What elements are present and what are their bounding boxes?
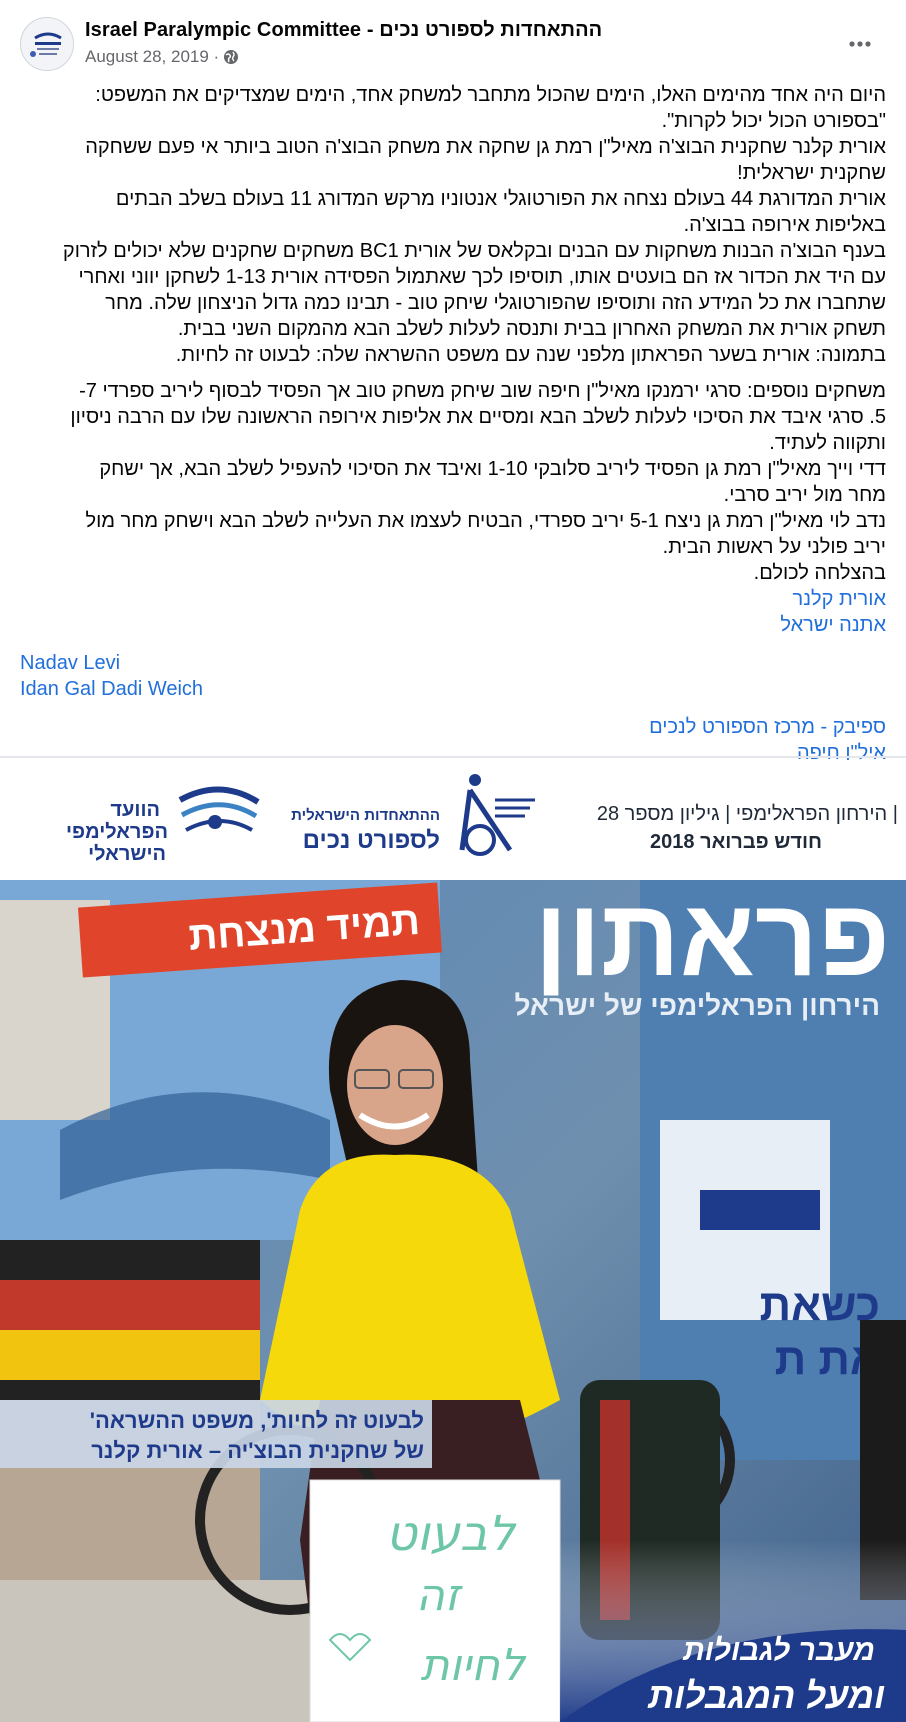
post-text-line: אורית המדורגת 44 בעולם נצחה את הפורטוגלי… (115, 188, 886, 210)
federation-line2: לספורט נכים (303, 827, 440, 854)
issue-line1: הירחון הפראלימפי | גיליון מספר 28 | (597, 803, 898, 825)
post-text-line: דדי וייך מאיל"ן רמת גן הפסיד ליריב סלובק… (99, 458, 886, 480)
post-text-line: בהצלחה לכולם. (753, 562, 886, 584)
committee-logo-line1: הוועד (110, 799, 160, 821)
tag-link-nadav-levi[interactable]: Nadav Levi (20, 650, 886, 676)
tag-link-idan-gal-dadi-weich[interactable]: Idan Gal Dadi Weich (20, 676, 886, 702)
more-icon (849, 41, 871, 47)
post-text-line: מחר מול יריב סרבי. (723, 484, 886, 506)
post-text-line: עם היד את הכדור אז הם בועטים אותו, תוסיפ… (78, 266, 886, 288)
tag-link-spivak-center[interactable]: ספיבק - מרכז הספורט לנכים (20, 714, 886, 740)
post-image[interactable]: הוועד הפראלימפי הישראלי ההתאחדות הישראלי… (0, 760, 906, 1722)
post-text-line: אורית קלנר שחקנית הבוצ'ה מאיל"ן רמת גן ש… (85, 136, 886, 158)
post-text-line: יריב פולני על ראשות הבית. (662, 536, 886, 558)
magazine-subtitle: הירחון הפראלימפי של ישראל (514, 990, 880, 1021)
quote-line2: של שחקנית הבוצ'יה – אורית קלנר (91, 1438, 424, 1463)
page-avatar-logo (21, 18, 73, 70)
sign-line2: זה (416, 1570, 464, 1621)
sign-line3: לחיות (421, 1640, 527, 1691)
post-text-line: ותקווה לעתיד. (769, 432, 886, 454)
post-date[interactable]: August 28, 2019 · (85, 47, 219, 67)
post-header: Israel Paralympic Committee - ההתאחדות ל… (0, 0, 906, 76)
post-divider (0, 756, 906, 758)
handwritten-sign: לבעוט זה לחיות (309, 1479, 561, 1722)
page-name[interactable]: Israel Paralympic Committee - ההתאחדות ל… (85, 19, 602, 42)
more-options-button[interactable] (842, 26, 878, 62)
post-text-line: משחקים נוספים: סרגי ירמנקו מאיל"ן חיפה ש… (79, 380, 886, 402)
post-text-line: היום היה אחד מהימים האלו, הימים שהכול מת… (95, 84, 886, 106)
federation-line1: ההתאחדות הישראלית (291, 807, 440, 824)
slogan-line2: ומעל המגבלות (647, 1675, 885, 1716)
slogan-line1: מעבר לגבולות (682, 1634, 875, 1667)
post-meta: August 28, 2019 · (85, 47, 239, 67)
post-text-line: שתחברו את כל המידע הזה ותוסיפו שהפורטוגל… (105, 292, 886, 314)
globe-icon[interactable] (223, 49, 239, 65)
post-text-line: "בספורט הכול יכול לקרות". (661, 110, 886, 132)
post-text-line: 5. סרגי איבד את הסיכוי לעלות לשלב הבא ומ… (70, 406, 886, 428)
post-text-line: נדב לוי מאיל"ן רמת גן ניצח 5-1 יריב ספרד… (85, 510, 886, 532)
post-text: היום היה אחד מהימים האלו, הימים שהכול מת… (20, 82, 886, 766)
post-text-line: בענף הבוצ'ה הבנות משחקות עם הבנים ובקלאס… (62, 240, 886, 262)
post-text-line: בתמונה: אורית בשער הפראתון מלפני שנה עם … (175, 344, 886, 366)
page-avatar[interactable] (20, 17, 74, 71)
committee-logo-line3: הישראלי (88, 843, 166, 865)
post-text-line: תשחק אורית את המשחק האחרון בבית ותנסה לע… (177, 318, 886, 340)
post-text-line: באליפות אירופה בבוצ'ה. (683, 214, 886, 236)
quote-line1: 'לבעוט זה לחיות', משפט ההשראה (90, 1408, 424, 1433)
tag-link-orit-kelner[interactable]: אורית קלנר (20, 586, 886, 612)
tag-link-athena-israel[interactable]: אתנה ישראל (20, 612, 886, 638)
magazine-cover: הוועד הפראלימפי הישראלי ההתאחדות הישראלי… (0, 760, 906, 1722)
committee-logo-line2: הפראלימפי (66, 821, 168, 843)
magazine-title: פראתון (535, 876, 890, 999)
issue-line2: חודש פברואר 2018 (650, 831, 822, 853)
post-text-line: שחקנית ישראלית! (737, 162, 886, 184)
sign-line1: לבעוט (386, 1506, 517, 1562)
